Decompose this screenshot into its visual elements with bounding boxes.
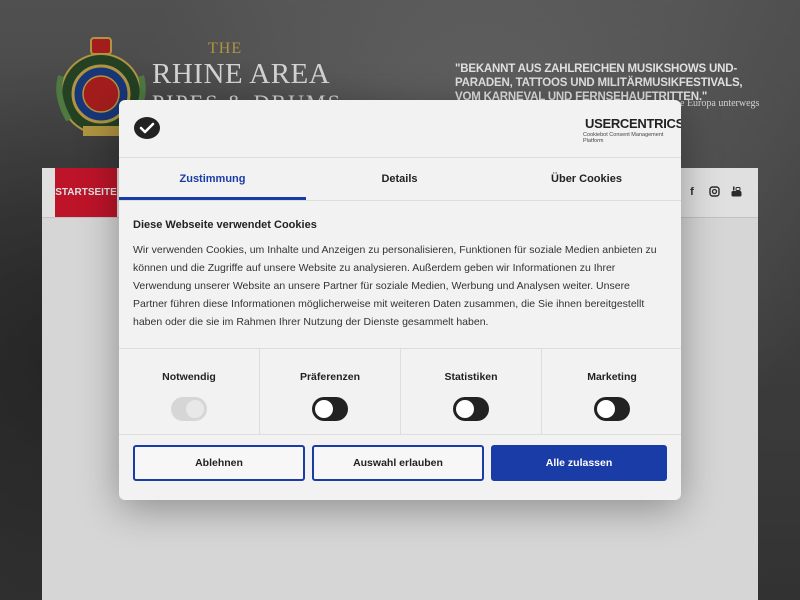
category-label: Marketing bbox=[587, 371, 637, 383]
necessary-toggle bbox=[171, 397, 207, 421]
category-statistics: Statistiken bbox=[400, 349, 541, 434]
usercentrics-title: USERCENTRICS bbox=[585, 116, 681, 131]
category-necessary: Notwendig bbox=[119, 349, 259, 434]
cookie-consent-dialog: USERCENTRICS Cookiebot Consent Managemen… bbox=[119, 100, 681, 500]
consent-heading: Diese Webseite verwendet Cookies bbox=[133, 219, 317, 231]
category-label: Präferenzen bbox=[299, 371, 361, 383]
tab-details[interactable]: Details bbox=[306, 158, 493, 200]
reject-button[interactable]: Ablehnen bbox=[133, 445, 305, 481]
category-preferences: Präferenzen bbox=[259, 349, 400, 434]
category-label: Notwendig bbox=[162, 371, 216, 383]
tab-about-cookies[interactable]: Über Cookies bbox=[493, 158, 680, 200]
category-marketing: Marketing bbox=[541, 349, 681, 434]
marketing-toggle[interactable] bbox=[594, 397, 630, 421]
tab-consent[interactable]: Zustimmung bbox=[119, 158, 306, 200]
cookiebot-logo-icon bbox=[134, 117, 160, 139]
active-tab-indicator bbox=[119, 197, 306, 200]
consent-text: Wir verwenden Cookies, um Inhalte und An… bbox=[133, 244, 657, 328]
allow-all-button[interactable]: Alle zulassen bbox=[491, 445, 667, 481]
usercentrics-logo: USERCENTRICS Cookiebot Consent Managemen… bbox=[583, 116, 681, 144]
cookie-categories: Notwendig Präferenzen Statistiken Market… bbox=[119, 348, 681, 435]
dialog-header: USERCENTRICS Cookiebot Consent Managemen… bbox=[119, 100, 681, 158]
dialog-actions: Ablehnen Auswahl erlauben Alle zulassen bbox=[133, 445, 667, 483]
consent-body: Diese Webseite verwendet Cookies Wir ver… bbox=[133, 219, 667, 331]
dialog-tabs: Zustimmung Details Über Cookies bbox=[119, 158, 681, 201]
category-label: Statistiken bbox=[444, 371, 498, 383]
allow-selection-button[interactable]: Auswahl erlauben bbox=[312, 445, 484, 481]
preferences-toggle[interactable] bbox=[312, 397, 348, 421]
statistics-toggle[interactable] bbox=[453, 397, 489, 421]
usercentrics-subtitle: Cookiebot Consent Management Platform bbox=[583, 132, 664, 144]
